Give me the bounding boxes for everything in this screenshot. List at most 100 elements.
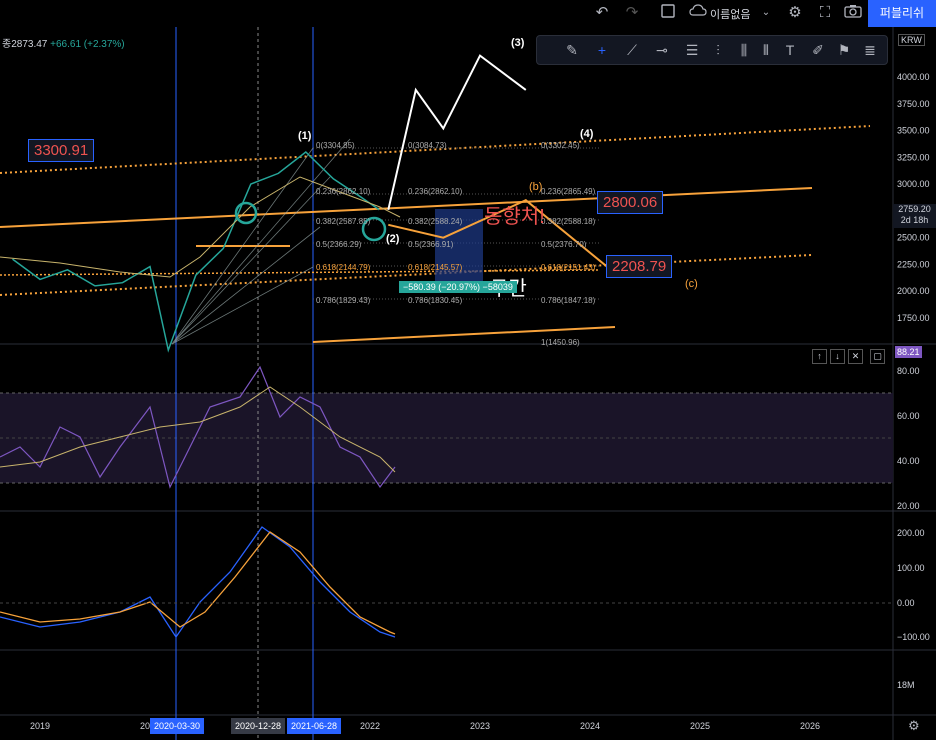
fib-label: 0.5(2366.91) <box>408 240 454 249</box>
time-tick: 2026 <box>800 721 820 731</box>
time-tick: 2022 <box>360 721 380 731</box>
fib-label: 0.382(2587.85) <box>316 217 371 226</box>
price-tick: 1750.00 <box>897 313 930 323</box>
pattern-icon[interactable]: ⫼ <box>735 41 753 59</box>
last-price-timer: 2d 18h <box>900 215 929 225</box>
price-tick: 3000.00 <box>897 179 930 189</box>
wave-label-3[interactable]: (3) <box>511 37 524 49</box>
fib-icon[interactable]: ⫶ <box>709 41 727 59</box>
macd-axis: 200.00 100.00 0.00 −100.00 18M <box>897 528 930 690</box>
price-tick: 2000.00 <box>897 286 930 296</box>
fullscreen-icon[interactable]: ⛶ <box>816 4 834 22</box>
fib-label: 0.5(2376.70) <box>541 240 587 249</box>
macd-tick: 0.00 <box>897 598 915 608</box>
chevron-down-icon[interactable]: ⌄ <box>760 4 772 22</box>
symbol-prefix: 종 <box>2 39 12 50</box>
cloud-icon[interactable] <box>688 4 708 22</box>
fib-label: 0.618(2144.79) <box>316 263 371 272</box>
fib-label: 0.618(2151.43) <box>541 263 596 272</box>
date-tag-3: 2021-06-28 <box>287 718 342 734</box>
fib-label: 0(3304.85) <box>316 141 355 150</box>
time-tick: 2019 <box>30 721 50 731</box>
parallel-channel-icon[interactable]: ☰ <box>683 41 701 59</box>
volume-tick: 18M <box>897 680 915 690</box>
top-toolbar: ↶ ↷ 이름없음 ⌄ ⚙ ⛶ 퍼블리쉬 <box>0 0 936 27</box>
layout-square-icon[interactable] <box>660 4 676 22</box>
rsi-tick: 60.00 <box>897 411 920 421</box>
horizontal-line-icon[interactable]: ⊸ <box>653 41 671 59</box>
undo-icon[interactable]: ↶ <box>595 4 609 22</box>
currency-selector[interactable]: KRW <box>898 34 925 46</box>
pane-close-button[interactable]: ✕ <box>848 349 863 364</box>
date-tag-1: 2020-03-30 <box>150 718 205 734</box>
rsi-axis: 80.00 60.00 40.00 20.00 <box>897 366 920 511</box>
rsi-tick: 40.00 <box>897 456 920 466</box>
fib-label: 0.382(2588.24) <box>408 217 463 226</box>
fib-label: 1(1450.96) <box>541 338 580 347</box>
price-tick: 2500.00 <box>897 233 930 243</box>
redo-icon[interactable]: ↷ <box>625 4 639 22</box>
time-tick: 2024 <box>580 721 600 731</box>
measure-label: −580.39 (−20.97%) −58039 <box>399 281 517 293</box>
layout-name[interactable]: 이름없음 <box>710 6 750 22</box>
pane-up-button[interactable]: ↑ <box>812 349 827 364</box>
symbol-price: 2873.47 <box>11 39 48 50</box>
symbol-change: +66.61 (+2.37%) <box>50 39 125 50</box>
wave-label-c[interactable]: (c) <box>685 278 698 290</box>
gear-icon[interactable]: ⚙ <box>786 4 804 22</box>
bars-icon[interactable]: ⫴ <box>757 41 775 59</box>
symbol-info: 종2873.47 +66.61 (+2.37%) <box>2 35 125 50</box>
pane-maximize-button[interactable]: ▢ <box>870 349 885 364</box>
pane-down-button[interactable]: ↓ <box>830 349 845 364</box>
fib-label: 0.236(2862.10) <box>408 187 463 196</box>
pen-icon[interactable]: ✐ <box>809 41 827 59</box>
flag-icon[interactable]: ⚑ <box>835 41 853 59</box>
fib-label: 0.5(2366.29) <box>316 240 362 249</box>
chart-canvas[interactable]: 4000.003750.003500.003250.003000.002750.… <box>0 27 936 740</box>
fib-label: 0.236(2865.49) <box>541 187 596 196</box>
brush-icon[interactable]: ✎ <box>563 41 581 59</box>
price-series <box>12 151 380 353</box>
time-tick: 2023 <box>470 721 490 731</box>
wave-label-b[interactable]: (b) <box>529 181 542 193</box>
fib-label: 0(3302.45) <box>541 141 580 150</box>
fib-label: 0.236(2862.10) <box>316 187 371 196</box>
macd-tick: −100.00 <box>897 632 930 642</box>
last-price-tag: 2759.20 2d 18h <box>893 204 936 228</box>
crosshair-icon[interactable]: + <box>593 41 611 59</box>
price-tick: 3500.00 <box>897 126 930 136</box>
macd-tick: 200.00 <box>897 528 925 538</box>
last-price-value: 2759.20 <box>898 204 931 214</box>
fib-label: 0.786(1829.43) <box>316 296 371 305</box>
signal-line <box>0 531 396 635</box>
drawing-toolbar: ✎ + ⟋ ⊸ ☰ ⫶ ⫼ ⫴ T ✐ ⚑ ≣ <box>536 35 888 65</box>
fib-label: 0.786(1847.18) <box>541 296 596 305</box>
wave-label-1[interactable]: (1) <box>298 130 311 142</box>
rsi-value-tag: 88.21 <box>895 346 922 358</box>
wave-label-4[interactable]: (4) <box>580 128 593 140</box>
price-label-c[interactable]: 2208.79 <box>606 255 673 278</box>
price-label-b[interactable]: 2800.06 <box>597 191 664 214</box>
fib-label: 0.382(2588.18) <box>541 217 596 226</box>
time-axis: 20192020202120222023202420252026 <box>30 721 820 731</box>
price-tick: 4000.00 <box>897 72 930 82</box>
rsi-tick: 80.00 <box>897 366 920 376</box>
layers-icon[interactable]: ≣ <box>861 41 879 59</box>
price-label-top[interactable]: 3300.91 <box>28 139 95 162</box>
price-axis: 4000.003750.003500.003250.003000.002750.… <box>897 72 930 323</box>
fib-label: 0.786(1830.45) <box>408 296 463 305</box>
time-tick: 2025 <box>690 721 710 731</box>
macd-tick: 100.00 <box>897 563 925 573</box>
wave-label-2[interactable]: (2) <box>386 233 399 245</box>
camera-icon[interactable] <box>843 4 863 22</box>
price-tick: 3750.00 <box>897 99 930 109</box>
price-tick: 3250.00 <box>897 152 930 162</box>
annotation-text-red[interactable]: 동향처! <box>484 200 545 229</box>
settings-gear-icon[interactable]: ⚙ <box>908 718 920 734</box>
publish-button[interactable]: 퍼블리쉬 <box>868 0 936 27</box>
text-icon[interactable]: T <box>781 41 799 59</box>
date-tag-2: 2020-12-28 <box>231 718 286 734</box>
fib-label: 0(3084.73) <box>408 141 447 150</box>
trendline-icon[interactable]: ⟋ <box>623 41 641 59</box>
fib-label: 0.618(2145.57) <box>408 263 463 272</box>
